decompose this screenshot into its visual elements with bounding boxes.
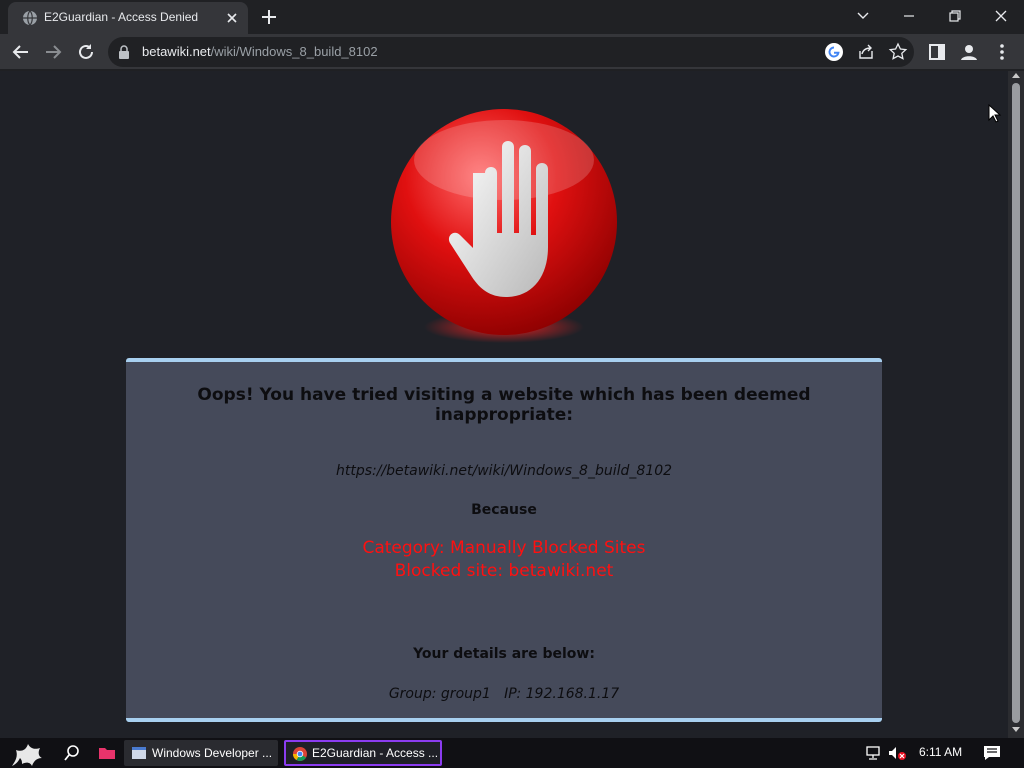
- volume-muted-icon[interactable]: [887, 745, 907, 761]
- tab-search-chevron-icon[interactable]: [853, 6, 873, 26]
- globe-icon: [23, 10, 37, 26]
- back-arrow-icon[interactable]: [11, 42, 31, 62]
- lock-icon[interactable]: [118, 45, 130, 59]
- address-url[interactable]: betawiki.net/wiki/Windows_8_build_8102: [142, 44, 378, 59]
- screen: E2Guardian - Access Denied betawiki.net/…: [0, 0, 1024, 768]
- url-host: betawiki.net: [142, 44, 211, 59]
- details-title: Your details are below:: [413, 646, 595, 662]
- taskbar-item-e2guardian[interactable]: E2Guardian - Access ...: [284, 740, 442, 766]
- notification-icon[interactable]: [983, 745, 1001, 761]
- chrome-icon: [293, 747, 307, 761]
- taskbar-item-label: E2Guardian - Access ...: [312, 746, 439, 760]
- stop-hand-icon: [391, 109, 617, 343]
- dragon-logo-icon[interactable]: [8, 738, 48, 768]
- scroll-down-arrow-icon[interactable]: [1012, 727, 1020, 732]
- app-window-icon: [132, 747, 146, 759]
- page-content: Oops! You have tried visiting a website …: [0, 71, 1008, 738]
- url-path: /wiki/Windows_8_build_8102: [210, 44, 378, 59]
- network-icon[interactable]: [864, 745, 882, 761]
- forward-arrow-icon[interactable]: [43, 42, 63, 62]
- scroll-up-arrow-icon[interactable]: [1012, 73, 1020, 78]
- minimize-icon[interactable]: [899, 6, 919, 26]
- browser-toolbar: betawiki.net/wiki/Windows_8_build_8102: [0, 34, 1024, 70]
- reload-icon[interactable]: [76, 42, 96, 62]
- denied-heading: Oops! You have tried visiting a website …: [197, 385, 811, 425]
- new-tab-icon[interactable]: [260, 8, 278, 26]
- reason-site: Blocked site: betawiki.net: [394, 561, 614, 581]
- profile-icon[interactable]: [959, 42, 979, 62]
- restore-icon[interactable]: [945, 6, 965, 26]
- close-window-icon[interactable]: [991, 6, 1011, 26]
- blocked-url: https://betawiki.net/wiki/Windows_8_buil…: [335, 463, 673, 479]
- search-icon[interactable]: [63, 744, 81, 762]
- clock[interactable]: 6:11 AM: [919, 745, 962, 759]
- browser-tab[interactable]: E2Guardian - Access Denied: [8, 2, 248, 34]
- bookmark-star-icon[interactable]: [888, 42, 908, 62]
- taskbar-item-windows-developer[interactable]: Windows Developer ...: [124, 740, 278, 766]
- mouse-pointer-icon: [988, 104, 1002, 123]
- reason-category: Category: Manually Blocked Sites: [362, 538, 646, 558]
- share-icon[interactable]: [856, 42, 876, 62]
- folder-icon[interactable]: [98, 746, 116, 760]
- close-tab-icon[interactable]: [224, 10, 240, 26]
- scroll-thumb[interactable]: [1012, 83, 1020, 723]
- taskbar: Windows Developer ... E2Guardian - Acces…: [0, 738, 1024, 768]
- because-label: Because: [471, 502, 537, 518]
- tab-title: E2Guardian - Access Denied: [44, 10, 199, 24]
- menu-kebab-icon[interactable]: [992, 42, 1012, 62]
- address-bar[interactable]: betawiki.net/wiki/Windows_8_build_8102: [108, 37, 914, 67]
- page-scrollbar[interactable]: [1008, 71, 1024, 738]
- side-panel-icon[interactable]: [927, 42, 947, 62]
- taskbar-item-label: Windows Developer ...: [152, 746, 273, 760]
- google-icon[interactable]: [824, 42, 844, 62]
- user-details: Group: group1 IP: 192.168.1.17: [388, 686, 620, 702]
- access-denied-panel: Oops! You have tried visiting a website …: [126, 358, 882, 722]
- tab-strip: E2Guardian - Access Denied: [0, 0, 1024, 34]
